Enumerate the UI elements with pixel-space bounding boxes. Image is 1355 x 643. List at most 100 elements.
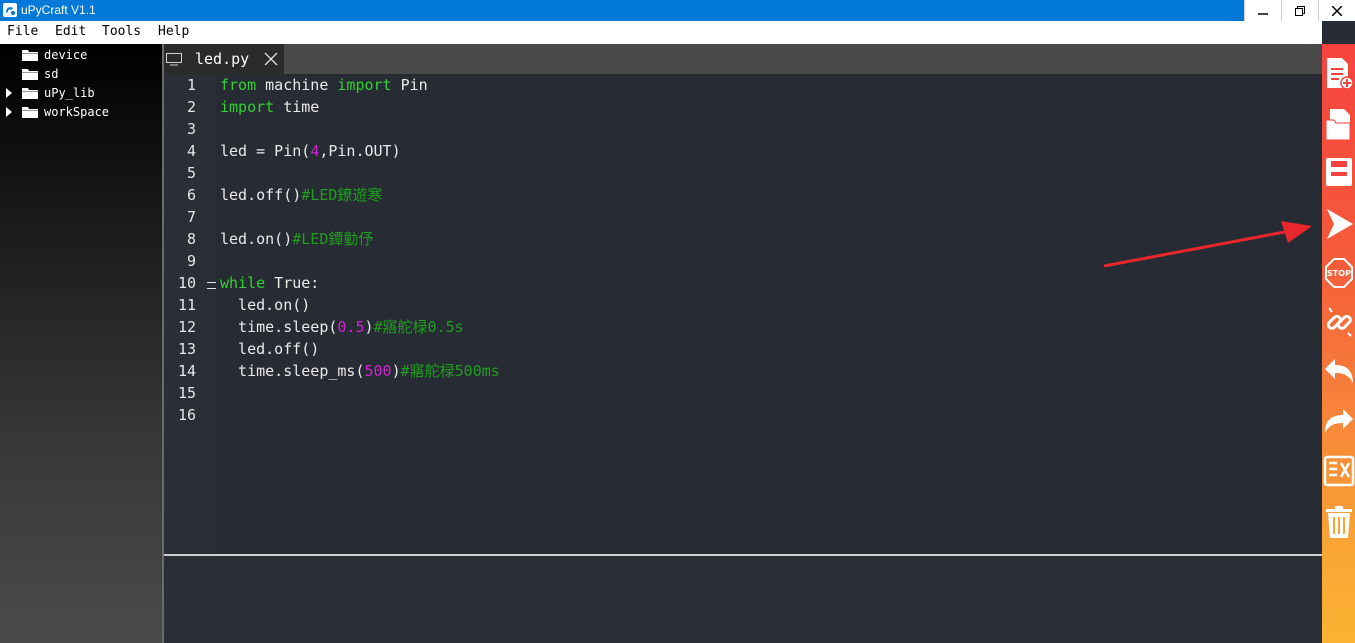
menu-edit[interactable]: Edit <box>55 24 86 39</box>
save-icon <box>1325 158 1352 186</box>
line-number: 15 <box>177 384 196 402</box>
undo-icon <box>1324 359 1353 383</box>
undo-button[interactable] <box>1322 347 1355 395</box>
stop-label: STOP <box>1327 269 1351 278</box>
clear-icon <box>1325 506 1352 538</box>
code-token: #寤舵椂500ms <box>400 362 500 380</box>
code-token: 0.5 <box>337 318 365 336</box>
code-token: #LED鐐遊寒 <box>301 186 383 204</box>
code-token: import <box>220 98 275 116</box>
line-number: 3 <box>186 120 196 138</box>
code-line[interactable]: import time <box>220 96 319 118</box>
code-token: #LED鐔勭伃 <box>292 230 374 248</box>
code-token: while <box>220 274 266 292</box>
tree-item-label: sd <box>44 67 59 81</box>
line-number: 7 <box>186 208 196 226</box>
line-number: 6 <box>186 186 196 204</box>
save-button[interactable] <box>1322 148 1355 196</box>
restore-icon <box>1295 5 1305 16</box>
terminal-panel[interactable] <box>164 556 1322 643</box>
redo-icon <box>1324 409 1353 433</box>
annotation-arrow <box>1103 221 1312 268</box>
code-line[interactable]: led.on()#LED鐔勭伃 <box>220 228 373 250</box>
code-token: import <box>337 76 392 94</box>
new-file-icon <box>1326 58 1354 90</box>
code-token: ,Pin.OUT) <box>319 142 401 160</box>
folder-icon <box>22 107 38 118</box>
stop-button[interactable]: STOP <box>1322 249 1355 297</box>
file-tree: device sd uPy_lib workSpace <box>0 44 162 643</box>
code-editor[interactable]: 1 2 3 4 5 6 7 8 9 10 11 12 13 14 15 16 from machine imp… <box>164 74 1322 554</box>
line-number: 8 <box>186 230 196 248</box>
code-token: machine <box>256 76 338 94</box>
code-token: 500 <box>364 362 392 380</box>
tab-label: led.py <box>195 50 250 68</box>
code-token: time.sleep( <box>220 318 338 336</box>
restore-button[interactable] <box>1281 0 1318 21</box>
close-icon <box>1332 5 1342 16</box>
connect-icon <box>1326 307 1352 337</box>
tree-item-upy-lib[interactable]: uPy_lib <box>0 84 162 102</box>
code-line[interactable]: led.off() <box>220 338 319 360</box>
code-line[interactable]: led = Pin(4,Pin.OUT) <box>220 140 401 162</box>
new-file-button[interactable] <box>1322 50 1355 98</box>
run-button[interactable] <box>1322 200 1355 248</box>
tree-item-workspace[interactable]: workSpace <box>0 103 162 121</box>
open-file-icon <box>1325 109 1350 141</box>
syntax-check-button[interactable] <box>1322 446 1355 494</box>
tree-item-device[interactable]: device <box>0 46 162 64</box>
code-token: from <box>220 76 257 94</box>
minimize-icon <box>1258 12 1268 15</box>
code-token: led.on() <box>220 230 293 248</box>
window-title: uPyCraft V1.1 <box>21 3 96 17</box>
code-line[interactable]: time.sleep(0.5)#寤舵椂0.5s <box>220 316 464 338</box>
clear-button[interactable] <box>1322 498 1355 546</box>
code-line[interactable]: while True: <box>220 272 319 294</box>
line-number: 2 <box>186 98 196 116</box>
tree-item-label: device <box>44 48 88 62</box>
code-token: ) <box>364 318 374 336</box>
folder-icon <box>22 69 38 80</box>
tree-item-label: workSpace <box>44 105 110 119</box>
line-number: 14 <box>177 362 196 380</box>
file-monitor-icon <box>166 53 182 66</box>
code-token: time.sleep_ms( <box>220 362 365 380</box>
menu-tools[interactable]: Tools <box>102 24 141 39</box>
expand-arrow-icon[interactable] <box>6 88 12 98</box>
title-bar: uPyCraft V1.1 <box>0 0 1355 21</box>
syntax-check-icon <box>1323 455 1354 487</box>
code-line[interactable]: led.on() <box>220 294 310 316</box>
close-button[interactable] <box>1318 0 1355 21</box>
line-number: 13 <box>177 340 196 358</box>
tree-item-sd[interactable]: sd <box>0 65 162 83</box>
folder-icon <box>22 50 38 61</box>
line-number: 16 <box>177 406 196 424</box>
open-file-button[interactable] <box>1322 100 1355 148</box>
folder-icon <box>22 88 38 99</box>
code-token: led.off() <box>220 340 320 358</box>
line-number: 10 <box>177 274 196 292</box>
run-icon <box>1326 209 1353 239</box>
connect-button[interactable] <box>1322 298 1355 346</box>
redo-button[interactable] <box>1322 397 1355 445</box>
line-number: 5 <box>186 164 196 182</box>
code-token: ) <box>391 362 401 380</box>
line-number: 9 <box>186 252 196 270</box>
minimize-button[interactable] <box>1244 0 1281 21</box>
line-number: 12 <box>177 318 196 336</box>
code-token: 4 <box>310 142 320 160</box>
fold-marker-icon[interactable] <box>207 282 216 289</box>
code-line[interactable]: time.sleep_ms(500)#寤舵椂500ms <box>220 360 500 382</box>
code-line[interactable]: led.off()#LED鐐遊寒 <box>220 184 382 206</box>
right-toolbar: STOP <box>1322 44 1355 643</box>
menu-help[interactable]: Help <box>158 24 189 39</box>
tab-close-icon[interactable] <box>264 52 278 66</box>
code-token: time <box>274 98 320 116</box>
line-number: 1 <box>186 76 196 94</box>
tab-led-py[interactable]: led.py <box>164 44 284 74</box>
expand-arrow-icon[interactable] <box>6 107 12 117</box>
code-line[interactable]: from machine import Pin <box>220 74 428 96</box>
menu-file[interactable]: File <box>7 24 38 39</box>
code-token: True: <box>265 274 320 292</box>
stop-icon: STOP <box>1324 258 1353 288</box>
